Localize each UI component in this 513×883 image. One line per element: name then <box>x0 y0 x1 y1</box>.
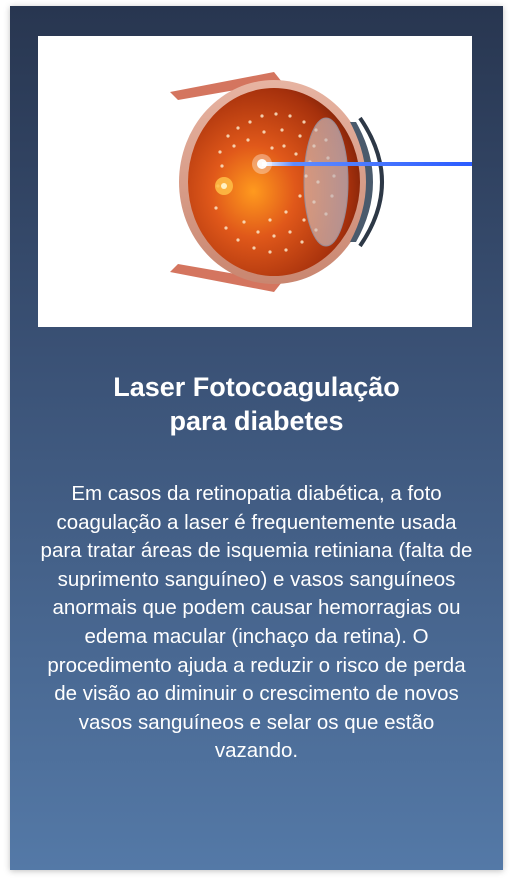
laser-beam <box>262 162 472 166</box>
card-description: Em casos da retinopatia diabética, a fot… <box>40 482 473 763</box>
fovea-shape <box>221 183 227 189</box>
card-title-line-1: Laser Fotocoagulação <box>113 372 400 402</box>
eye-laser-illustration <box>170 72 472 292</box>
card-title-line-2: para diabetes <box>169 406 344 436</box>
eye-illustration-frame <box>38 36 472 327</box>
lens-shape <box>303 117 349 247</box>
info-card: Laser Fotocoagulação para diabetes Em ca… <box>10 6 503 870</box>
card-title: Laser Fotocoagulação para diabetes <box>10 370 503 438</box>
